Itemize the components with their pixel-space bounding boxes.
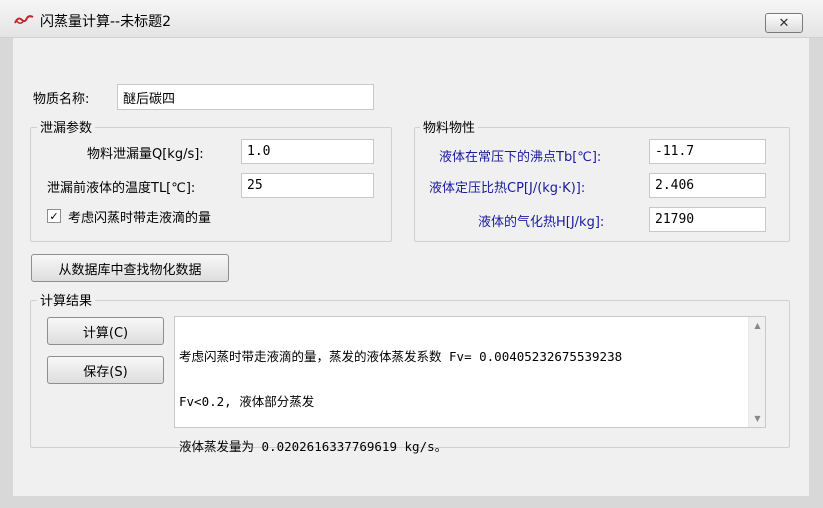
window-title: 闪蒸量计算--未标题2 (40, 14, 172, 30)
boiling-point-label: 液体在常压下的沸点Tb[℃]: (439, 150, 602, 165)
calculate-button[interactable]: 计算(C) (47, 317, 164, 345)
scroll-down-icon[interactable]: ▼ (749, 410, 766, 427)
window-frame-right (809, 38, 823, 508)
app-icon (14, 15, 34, 24)
substance-name-label: 物质名称: (33, 92, 90, 107)
scroll-up-icon[interactable]: ▲ (749, 317, 766, 334)
window-frame-left (0, 38, 13, 508)
boiling-point-input[interactable]: -11.7 (649, 139, 766, 164)
title-bar[interactable]: 闪蒸量计算--未标题2 ✕ (0, 0, 823, 38)
vertical-scrollbar[interactable]: ▲ ▼ (748, 317, 765, 427)
specific-heat-input[interactable]: 2.406 (649, 173, 766, 198)
leak-rate-label: 物料泄漏量Q[kg/s]: (87, 147, 204, 162)
check-icon: ✓ (49, 209, 59, 223)
results-title: 计算结果 (37, 290, 96, 309)
result-text: 考虑闪蒸时带走液滴的量，蒸发的液体蒸发系数 Fv= 0.004052326755… (179, 319, 622, 484)
droplet-checkbox[interactable]: ✓ (47, 209, 61, 223)
properties-title: 物料物性 (420, 117, 479, 136)
close-icon: ✕ (778, 15, 790, 31)
vaporization-heat-label: 液体的气化热H[J/kg]: (478, 215, 605, 230)
leak-params-title: 泄漏参数 (37, 117, 96, 136)
vaporization-heat-input[interactable]: 21790 (649, 207, 766, 232)
result-line: Fv<0.2, 液体部分蒸发 (179, 394, 315, 409)
save-button[interactable]: 保存(S) (47, 356, 164, 384)
specific-heat-label: 液体定压比热CP[J/(kg·K)]: (429, 181, 586, 196)
lookup-database-button[interactable]: 从数据库中查找物化数据 (31, 254, 229, 282)
leak-temp-input[interactable]: 25 (241, 173, 374, 198)
close-button[interactable]: ✕ (765, 13, 803, 33)
droplet-label[interactable]: 考虑闪蒸时带走液滴的量 (68, 207, 211, 226)
leak-temp-label: 泄漏前液体的温度TL[℃]: (47, 181, 196, 196)
window-frame-bottom (0, 496, 823, 508)
substance-name-input[interactable]: 醚后碳四 (117, 84, 374, 110)
result-line: 考虑闪蒸时带走液滴的量，蒸发的液体蒸发系数 Fv= 0.004052326755… (179, 349, 623, 364)
leak-rate-input[interactable]: 1.0 (241, 139, 374, 164)
result-line: 液体蒸发量为 0.0202616337769619 kg/s。 (179, 439, 448, 454)
result-textarea[interactable]: 考虑闪蒸时带走液滴的量，蒸发的液体蒸发系数 Fv= 0.004052326755… (174, 316, 766, 454)
